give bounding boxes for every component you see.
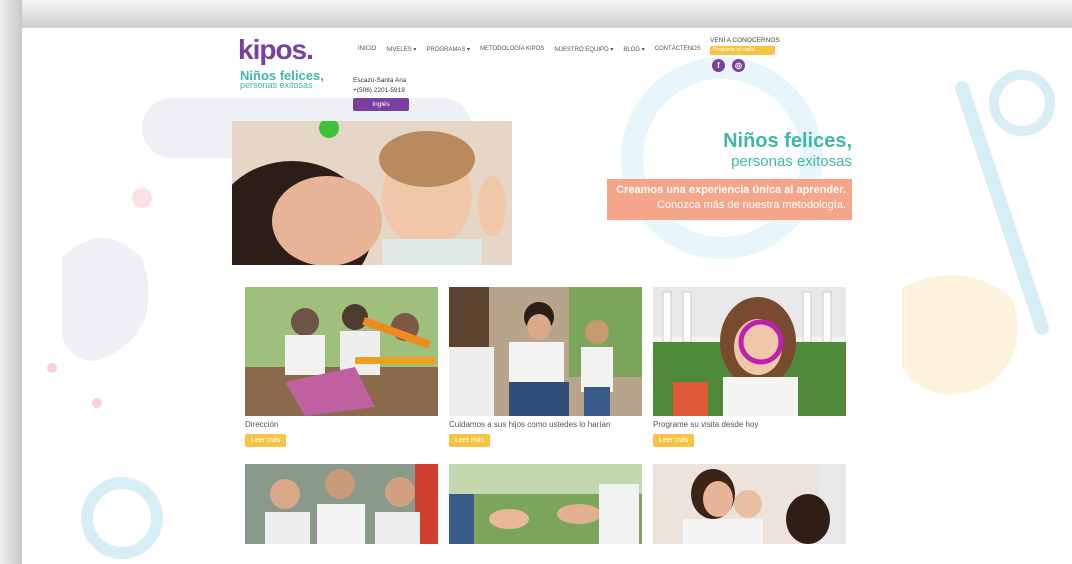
nav-item-inicio[interactable]: INICIO xyxy=(358,46,376,53)
window-frame-left xyxy=(0,0,22,564)
card-caption: Programe su visita desde hoy xyxy=(653,420,759,429)
card-image-row2-1[interactable] xyxy=(245,464,438,544)
location-text: Escazú-Santa Ana xyxy=(353,77,407,84)
visit-cta-title: VENÍ A CONOCERNOS xyxy=(710,37,780,44)
nav-item-niveles[interactable]: NIVELES ▾ xyxy=(386,46,416,53)
nav-item-programas[interactable]: PROGRAMAS ▾ xyxy=(426,46,470,53)
logo-tagline-line2: personas exitosas xyxy=(240,80,313,90)
whatsapp-label: Programe su visita xyxy=(713,47,755,53)
language-button[interactable]: Inglés xyxy=(353,98,409,111)
phone-text[interactable]: +(506) 2201-5919 xyxy=(353,87,405,94)
card-image[interactable] xyxy=(653,287,846,416)
instagram-icon[interactable]: ◎ xyxy=(732,59,745,72)
card-caption: Cuidamos a sus hijos como ustedes lo har… xyxy=(449,420,611,429)
nav-item-equipo[interactable]: NUESTRO EQUIPO ▾ xyxy=(554,46,613,53)
window-frame-top xyxy=(0,0,1072,28)
hero-box-line2: Conozca más de nuestra metodología. xyxy=(657,199,846,211)
nav-item-metodologia[interactable]: METODOLOGÍA KIPOS xyxy=(480,46,544,53)
read-more-button[interactable]: Leer más xyxy=(653,434,695,447)
card-cuidamos: Cuidamos a sus hijos como ustedes lo har… xyxy=(449,287,642,447)
web-page: kipos. Niños felices, personas exitosas … xyxy=(22,28,1072,564)
hero-methodology-box[interactable]: Creamos una experiencia única al aprende… xyxy=(607,179,852,220)
read-more-button[interactable]: Leer más xyxy=(245,434,287,447)
site-logo[interactable]: kipos. xyxy=(238,34,314,66)
facebook-icon[interactable]: f xyxy=(712,59,725,72)
nav-item-blog[interactable]: BLOG ▾ xyxy=(623,46,644,53)
card-programe-visita: Programe su visita desde hoy Leer más xyxy=(653,287,846,447)
hero-box-line1: Creamos una experiencia única al aprende… xyxy=(616,184,846,196)
nav-item-contactenos[interactable]: CONTÁCTENOS xyxy=(655,46,701,53)
read-more-button[interactable]: Leer más xyxy=(449,434,491,447)
card-image[interactable] xyxy=(449,287,642,416)
hero-title: Niños felices, xyxy=(723,130,852,152)
hero-image xyxy=(232,121,512,265)
whatsapp-button[interactable]: Programe su visita xyxy=(710,46,775,55)
card-image-row2-3[interactable] xyxy=(653,464,846,544)
hero-subtitle: personas exitosas xyxy=(731,153,852,170)
main-nav: INICIO NIVELES ▾ PROGRAMAS ▾ METODOLOGÍA… xyxy=(358,46,701,53)
card-image[interactable] xyxy=(245,287,438,416)
card-caption: Dirección xyxy=(245,420,279,429)
card-direccion: Dirección Leer más xyxy=(245,287,438,447)
card-image-row2-2[interactable] xyxy=(449,464,642,544)
